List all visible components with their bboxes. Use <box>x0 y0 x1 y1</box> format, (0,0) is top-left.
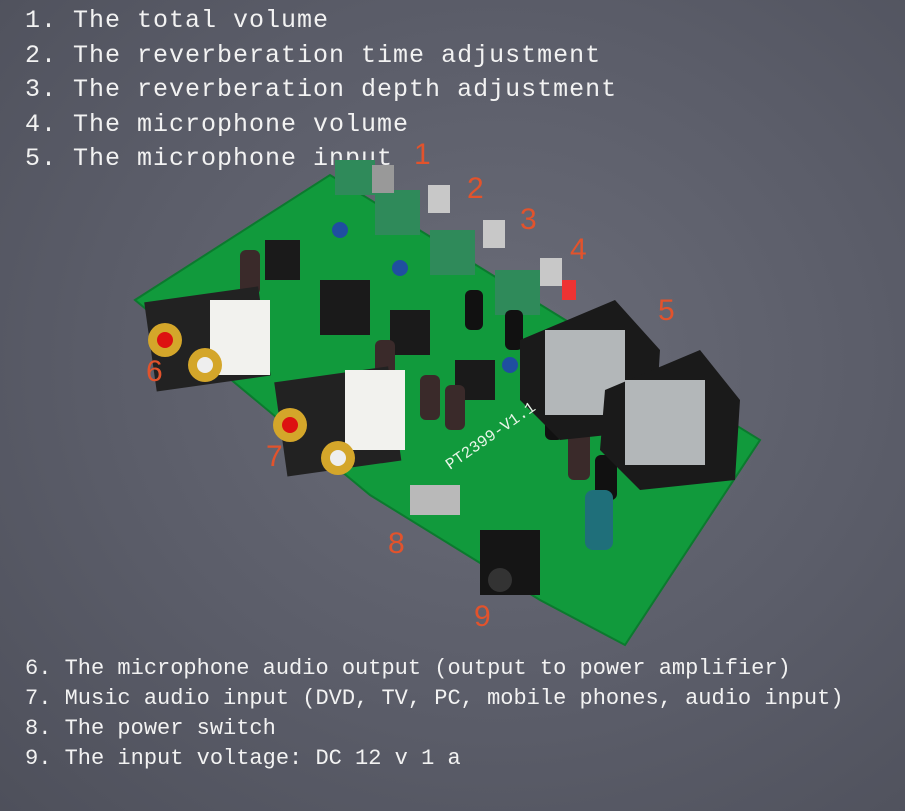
ic-chip <box>265 240 300 280</box>
callout-2: 2 <box>467 172 484 205</box>
label-music-input: 7. Music audio input (DVD, TV, PC, mobil… <box>25 686 844 711</box>
callout-5: 5 <box>658 294 675 327</box>
callout-6: 6 <box>146 355 163 388</box>
bottom-feature-list: 6. The microphone audio output (output t… <box>25 654 844 774</box>
callout-9: 9 <box>474 600 491 633</box>
led <box>562 280 576 300</box>
ic-chip <box>320 280 370 335</box>
label-power-switch: 8. The power switch <box>25 716 276 741</box>
callout-8: 8 <box>388 527 405 560</box>
callout-4: 4 <box>570 233 587 266</box>
callout-7: 7 <box>266 440 283 473</box>
callout-1: 1 <box>414 138 431 171</box>
label-mic-output: 6. The microphone audio output (output t… <box>25 656 791 681</box>
ic-chip <box>390 310 430 355</box>
label-input-voltage: 9. The input voltage: DC 12 v 1 a <box>25 746 461 771</box>
callout-3: 3 <box>520 203 537 236</box>
power-switch <box>410 485 460 515</box>
